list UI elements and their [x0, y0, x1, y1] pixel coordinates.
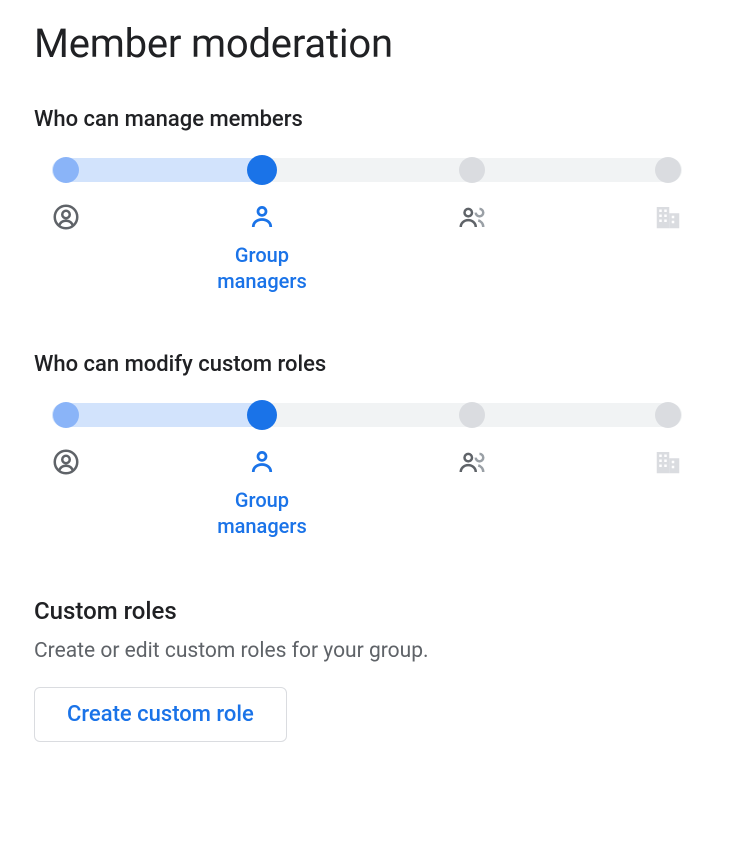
option-label: Group managers — [197, 242, 327, 294]
slider-stop-1-active[interactable] — [247, 155, 277, 185]
custom-roles-section: Custom roles Create or edit custom roles… — [34, 597, 718, 742]
slider-track[interactable] — [52, 401, 682, 429]
option-organization[interactable] — [603, 202, 733, 236]
slider-option-row: Group managers — [52, 202, 682, 302]
person-icon — [247, 202, 277, 236]
create-custom-role-button[interactable]: Create custom role — [34, 687, 287, 742]
slider-stop-3[interactable] — [655, 402, 681, 428]
slider-track[interactable] — [52, 156, 682, 184]
slider-stop-1-active[interactable] — [247, 400, 277, 430]
option-owner[interactable] — [1, 447, 131, 481]
org-icon — [653, 447, 683, 481]
option-organization[interactable] — [603, 447, 733, 481]
people-icon — [457, 447, 487, 481]
slider-label: Who can modify custom roles — [34, 352, 718, 377]
person-icon — [247, 447, 277, 481]
owner-icon — [51, 447, 81, 481]
slider-stop-3[interactable] — [655, 157, 681, 183]
option-group-managers[interactable]: Group managers — [197, 202, 327, 294]
page-title: Member moderation — [34, 20, 718, 67]
owner-icon — [51, 202, 81, 236]
option-group-managers[interactable]: Group managers — [197, 447, 327, 539]
slider-label: Who can manage members — [34, 107, 718, 132]
custom-roles-description: Create or edit custom roles for your gro… — [34, 639, 718, 663]
slider-option-row: Group managers — [52, 447, 682, 547]
option-owner[interactable] — [1, 202, 131, 236]
permission-slider-modify-custom-roles: Who can modify custom roles Group manage… — [34, 352, 718, 547]
slider-stop-0[interactable] — [53, 402, 79, 428]
custom-roles-heading: Custom roles — [34, 597, 718, 625]
slider-stop-0[interactable] — [53, 157, 79, 183]
people-icon — [457, 202, 487, 236]
permission-slider-manage-members: Who can manage members Group managers — [34, 107, 718, 302]
slider-track-fill — [52, 403, 269, 427]
slider-track-fill — [52, 158, 269, 182]
org-icon — [653, 202, 683, 236]
slider-stop-2[interactable] — [459, 402, 485, 428]
option-group-members[interactable] — [407, 202, 537, 236]
slider-stop-2[interactable] — [459, 157, 485, 183]
option-label: Group managers — [197, 487, 327, 539]
option-group-members[interactable] — [407, 447, 537, 481]
